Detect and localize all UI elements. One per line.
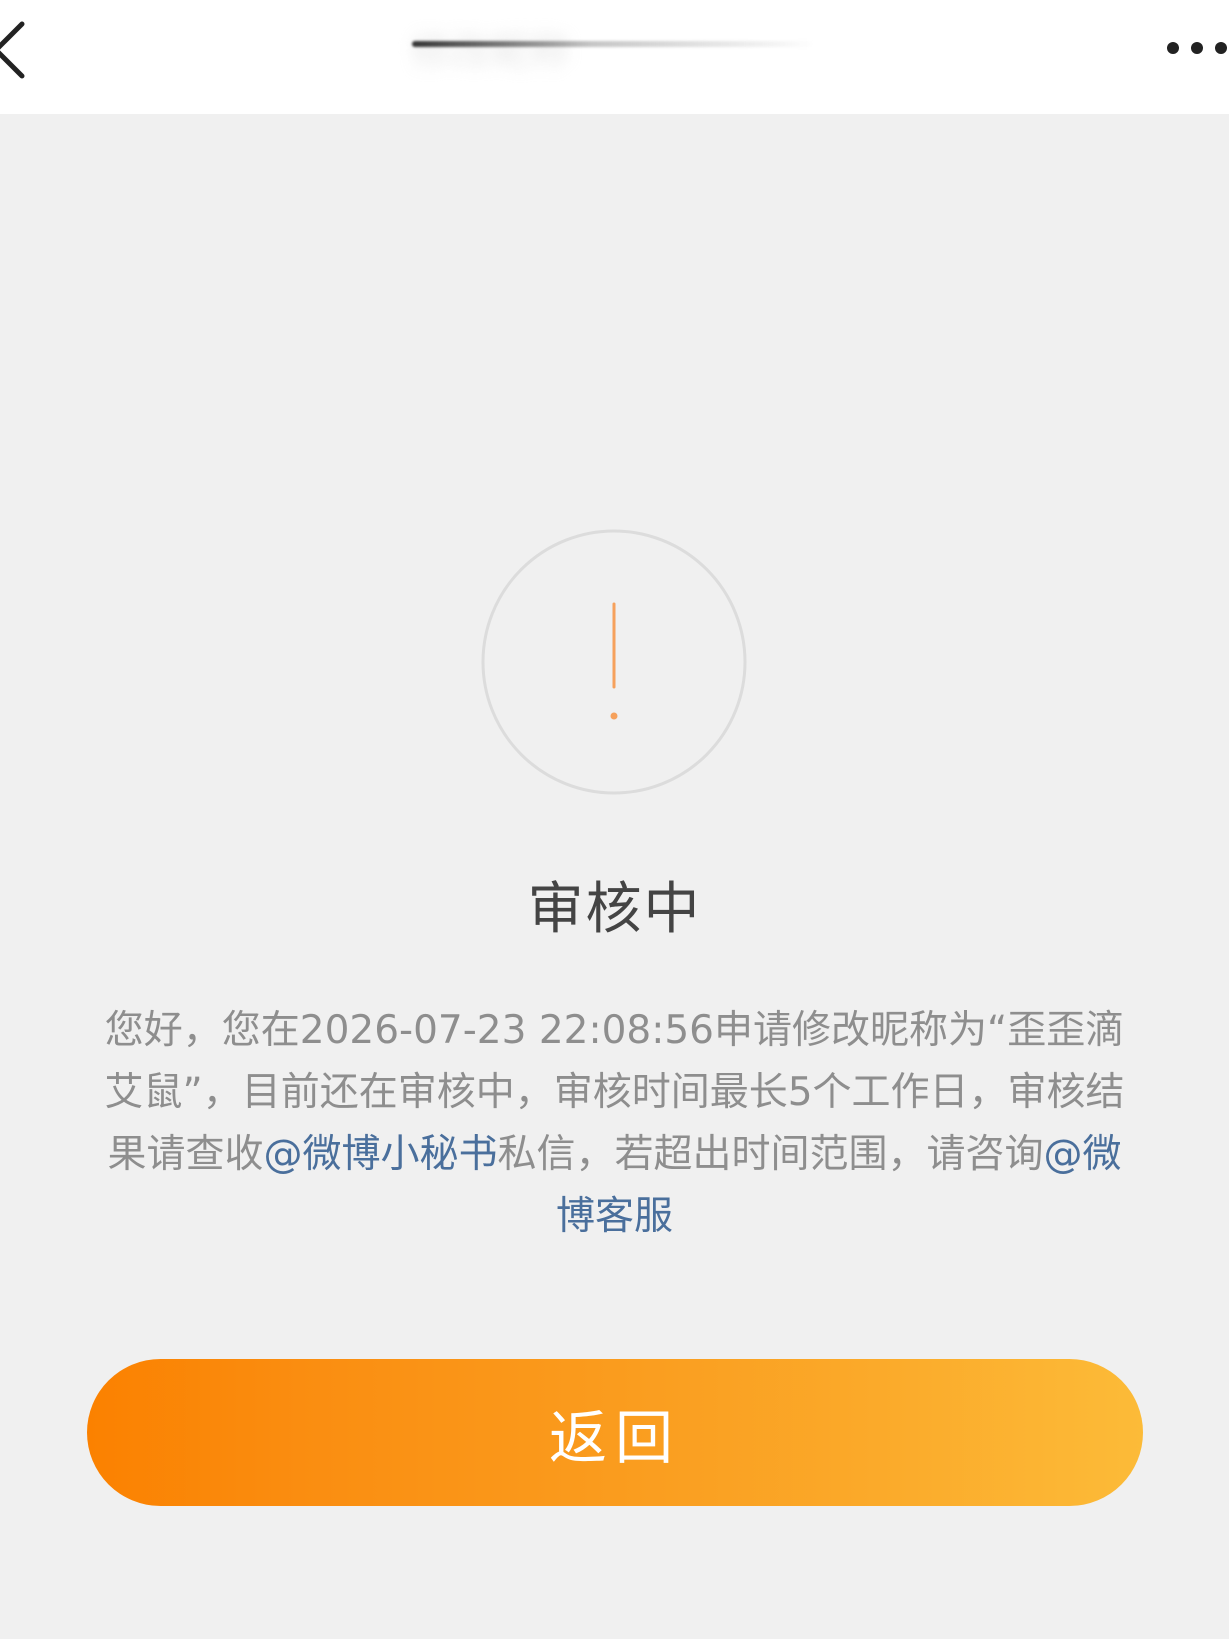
exclamation-circle-icon [481, 529, 747, 795]
nav-title-blur-streak [412, 41, 812, 47]
status-message: 您好，您在2026-07-23 22:08:56申请修改昵称为“歪歪滴艾鼠”，目… [88, 1000, 1141, 1248]
nav-title: 修改昵称 [410, 29, 570, 75]
return-button[interactable]: 返回 [87, 1359, 1143, 1506]
weibo-secretary-link[interactable]: @微博小秘书 [263, 1132, 497, 1177]
back-button[interactable] [0, 16, 60, 86]
return-button-label: 返回 [548, 1403, 681, 1472]
more-horizontal-icon [1167, 42, 1227, 54]
chevron-left-icon [0, 21, 25, 79]
message-text: 私信，若超出时间范围，请咨询 [497, 1132, 1044, 1177]
more-button[interactable] [1149, 28, 1229, 68]
nav-bar: 修改昵称 [0, 0, 1229, 114]
status-title: 审核中 [527, 877, 702, 942]
